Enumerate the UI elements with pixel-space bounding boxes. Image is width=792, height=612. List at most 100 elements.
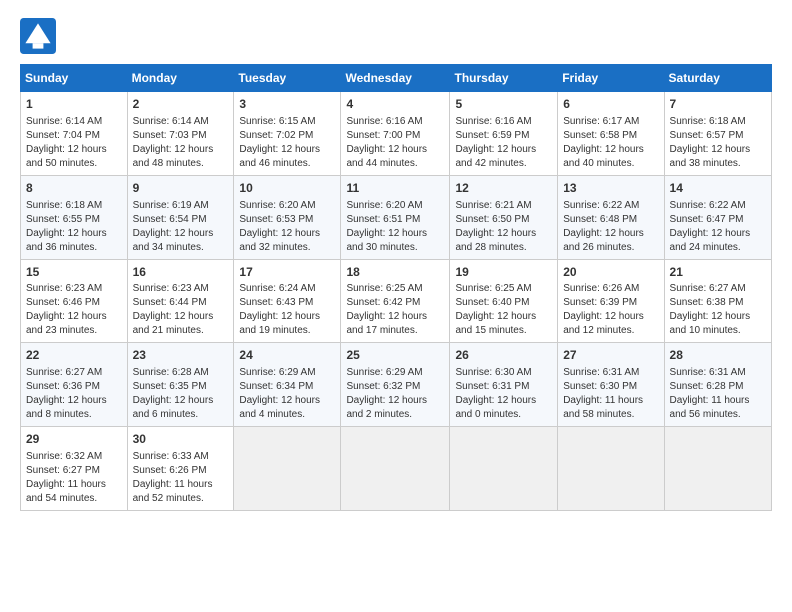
day-info: Sunset: 7:02 PM bbox=[239, 129, 335, 143]
day-info: Daylight: 12 hours bbox=[670, 143, 766, 157]
day-info: Sunrise: 6:17 AM bbox=[563, 115, 658, 129]
calendar-cell: 4Sunrise: 6:16 AMSunset: 7:00 PMDaylight… bbox=[341, 92, 450, 176]
day-info: Sunset: 6:59 PM bbox=[455, 129, 552, 143]
day-info: Sunset: 6:46 PM bbox=[26, 296, 122, 310]
week-row-1: 1Sunrise: 6:14 AMSunset: 7:04 PMDaylight… bbox=[21, 92, 772, 176]
day-info: Sunset: 6:39 PM bbox=[563, 296, 658, 310]
calendar-cell: 24Sunrise: 6:29 AMSunset: 6:34 PMDayligh… bbox=[234, 343, 341, 427]
day-number: 9 bbox=[133, 180, 229, 197]
day-number: 14 bbox=[670, 180, 766, 197]
day-info: and 56 minutes. bbox=[670, 408, 766, 422]
day-info: Daylight: 11 hours bbox=[563, 394, 658, 408]
day-info: Sunrise: 6:14 AM bbox=[133, 115, 229, 129]
day-info: Sunrise: 6:25 AM bbox=[455, 282, 552, 296]
calendar-cell: 12 Sunrise: 6:21 AMSunset: 6:50 PMDayligh… bbox=[450, 175, 558, 259]
calendar-cell bbox=[341, 427, 450, 511]
day-number: 30 bbox=[133, 431, 229, 448]
day-info: and 40 minutes. bbox=[563, 157, 658, 171]
day-number: 21 bbox=[670, 264, 766, 281]
day-info: and 6 minutes. bbox=[133, 408, 229, 422]
day-info: Sunrise: 6:18 AM bbox=[670, 115, 766, 129]
day-number: 26 bbox=[455, 347, 552, 364]
day-info: Sunrise: 6:29 AM bbox=[239, 366, 335, 380]
day-info: Sunset: 6:26 PM bbox=[133, 464, 229, 478]
day-info: Sunset: 6:53 PM bbox=[239, 213, 335, 227]
day-info: and 38 minutes. bbox=[670, 157, 766, 171]
day-info: Sunset: 6:27 PM bbox=[26, 464, 122, 478]
day-info: Daylight: 12 hours bbox=[26, 310, 122, 324]
day-header-wednesday: Wednesday bbox=[341, 65, 450, 92]
calendar-cell: 1Sunrise: 6:14 AMSunset: 7:04 PMDaylight… bbox=[21, 92, 128, 176]
day-info: Sunrise: 6:27 AM bbox=[670, 282, 766, 296]
calendar-cell: 20Sunrise: 6:26 AMSunset: 6:39 PMDayligh… bbox=[558, 259, 664, 343]
calendar-cell: 11Sunrise: 6:20 AMSunset: 6:51 PMDayligh… bbox=[341, 175, 450, 259]
calendar-cell bbox=[234, 427, 341, 511]
day-info: Daylight: 12 hours bbox=[455, 143, 552, 157]
day-number: 10 bbox=[239, 180, 335, 197]
day-info: Sunrise: 6:33 AM bbox=[133, 450, 229, 464]
day-info: Daylight: 12 hours bbox=[239, 227, 335, 241]
calendar-cell: 18Sunrise: 6:25 AMSunset: 6:42 PMDayligh… bbox=[341, 259, 450, 343]
calendar-header: SundayMondayTuesdayWednesdayThursdayFrid… bbox=[21, 65, 772, 92]
day-info: Sunset: 6:42 PM bbox=[346, 296, 444, 310]
calendar-cell: 15Sunrise: 6:23 AMSunset: 6:46 PMDayligh… bbox=[21, 259, 128, 343]
day-info: and 10 minutes. bbox=[670, 324, 766, 338]
day-header-sunday: Sunday bbox=[21, 65, 128, 92]
day-header-friday: Friday bbox=[558, 65, 664, 92]
day-info: and 19 minutes. bbox=[239, 324, 335, 338]
day-info: Sunrise: 6:20 AM bbox=[239, 199, 335, 213]
week-row-5: 29Sunrise: 6:32 AMSunset: 6:27 PMDayligh… bbox=[21, 427, 772, 511]
day-info: Daylight: 11 hours bbox=[26, 478, 122, 492]
day-info: and 48 minutes. bbox=[133, 157, 229, 171]
day-info: Sunrise: 6:30 AM bbox=[455, 366, 552, 380]
day-info: Sunset: 7:04 PM bbox=[26, 129, 122, 143]
day-number: 1 bbox=[26, 96, 122, 113]
day-info: and 15 minutes. bbox=[455, 324, 552, 338]
day-number: 13 bbox=[563, 180, 658, 197]
day-info: Daylight: 12 hours bbox=[133, 227, 229, 241]
week-row-2: 8Sunrise: 6:18 AMSunset: 6:55 PMDaylight… bbox=[21, 175, 772, 259]
calendar-cell: 8Sunrise: 6:18 AMSunset: 6:55 PMDaylight… bbox=[21, 175, 128, 259]
calendar-cell: 13Sunrise: 6:22 AMSunset: 6:48 PMDayligh… bbox=[558, 175, 664, 259]
day-info: Daylight: 11 hours bbox=[670, 394, 766, 408]
day-info: and 50 minutes. bbox=[26, 157, 122, 171]
day-info: Sunset: 6:30 PM bbox=[563, 380, 658, 394]
day-info: Sunrise: 6:25 AM bbox=[346, 282, 444, 296]
day-info: and 58 minutes. bbox=[563, 408, 658, 422]
calendar-cell: 9 Sunrise: 6:19 AMSunset: 6:54 PMDaylight… bbox=[127, 175, 234, 259]
calendar-cell bbox=[664, 427, 771, 511]
calendar-cell: 27Sunrise: 6:31 AMSunset: 6:30 PMDayligh… bbox=[558, 343, 664, 427]
day-number: 25 bbox=[346, 347, 444, 364]
day-info: Daylight: 12 hours bbox=[133, 394, 229, 408]
day-info: and 2 minutes. bbox=[346, 408, 444, 422]
day-info: and 34 minutes. bbox=[133, 241, 229, 255]
day-info: Sunrise: 6:21 AM bbox=[455, 199, 552, 213]
day-info: Sunrise: 6:16 AM bbox=[455, 115, 552, 129]
day-info: Daylight: 12 hours bbox=[346, 227, 444, 241]
day-info: Daylight: 12 hours bbox=[133, 310, 229, 324]
day-info: and 17 minutes. bbox=[346, 324, 444, 338]
day-info: Sunrise: 6:19 AM bbox=[133, 199, 229, 213]
day-info: Daylight: 12 hours bbox=[455, 227, 552, 241]
day-info: and 36 minutes. bbox=[26, 241, 122, 255]
day-number: 24 bbox=[239, 347, 335, 364]
day-number: 17 bbox=[239, 264, 335, 281]
header bbox=[20, 18, 772, 54]
day-info: Sunset: 6:43 PM bbox=[239, 296, 335, 310]
day-number: 20 bbox=[563, 264, 658, 281]
day-number: 12 bbox=[455, 180, 552, 197]
logo bbox=[20, 18, 60, 54]
day-number: 8 bbox=[26, 180, 122, 197]
days-of-week-row: SundayMondayTuesdayWednesdayThursdayFrid… bbox=[21, 65, 772, 92]
calendar-cell: 28Sunrise: 6:31 AMSunset: 6:28 PMDayligh… bbox=[664, 343, 771, 427]
day-info: Daylight: 12 hours bbox=[563, 310, 658, 324]
day-info: Sunset: 6:54 PM bbox=[133, 213, 229, 227]
day-info: Sunrise: 6:26 AM bbox=[563, 282, 658, 296]
day-info: Sunset: 6:50 PM bbox=[455, 213, 552, 227]
day-info: Sunrise: 6:32 AM bbox=[26, 450, 122, 464]
day-info: Daylight: 12 hours bbox=[346, 394, 444, 408]
day-info: Sunset: 6:28 PM bbox=[670, 380, 766, 394]
day-info: Daylight: 12 hours bbox=[26, 143, 122, 157]
day-info: Daylight: 12 hours bbox=[563, 143, 658, 157]
calendar-cell bbox=[450, 427, 558, 511]
